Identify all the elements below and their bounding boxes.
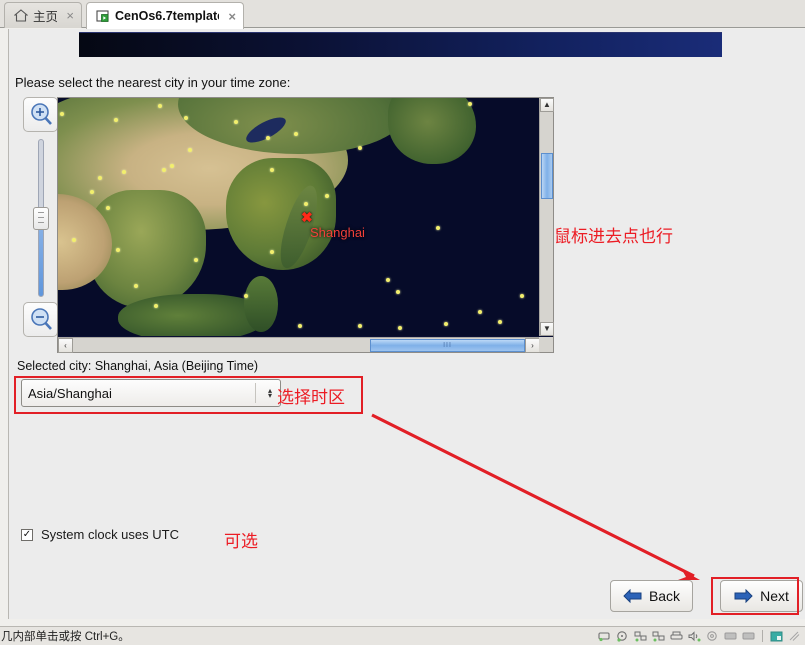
system-clock-utc-label: System clock uses UTC <box>41 527 179 542</box>
resize-grip-icon[interactable] <box>788 631 801 642</box>
printer-icon[interactable] <box>670 631 683 642</box>
map-city-dot <box>170 164 174 168</box>
status-bar-tray <box>598 630 805 642</box>
map-city-dot <box>184 116 188 120</box>
map-zoom-slider-handle[interactable] <box>33 207 49 230</box>
vm-guest-screen[interactable]: Please select the nearest city in your t… <box>8 29 805 619</box>
tab-bar: 主页 × CenOs6.7template × <box>0 0 805 29</box>
map-city-dot <box>270 168 274 172</box>
map-horizontal-scroll-thumb[interactable]: III <box>370 339 525 352</box>
map-scroll-left-button[interactable]: ‹ <box>58 338 73 353</box>
tab-cenos-template[interactable]: CenOs6.7template × <box>86 2 244 29</box>
tray-separator <box>762 630 763 642</box>
zoom-out-magnifier-icon <box>29 307 54 336</box>
selected-city-marker-icon: ✖ <box>301 209 313 225</box>
back-button[interactable]: Back <box>610 580 693 612</box>
scrollbar-corner <box>539 337 553 352</box>
map-city-dot <box>298 324 302 328</box>
map-city-dot <box>162 168 166 172</box>
map-city-dot <box>154 304 158 308</box>
map-city-dot <box>122 170 126 174</box>
vmware-workstation-window: 主页 × CenOs6.7template × Please select th… <box>0 0 805 645</box>
status-bar-text: 几内部单击或按 Ctrl+G。 <box>1 631 130 643</box>
map-city-dot <box>72 238 76 242</box>
map-city-dot <box>106 206 110 210</box>
back-button-label: Back <box>648 588 681 604</box>
map-horizontal-scrollbar[interactable]: ‹ III › <box>58 337 540 353</box>
sound-icon[interactable] <box>688 630 701 642</box>
annotation-mouse-click: 鼠标进去点也行 <box>554 227 673 246</box>
map-city-dot <box>116 248 120 252</box>
home-icon <box>13 9 29 22</box>
map-city-dot <box>520 294 524 298</box>
map-landmass-kamchatka <box>388 98 476 164</box>
cd-dvd-icon[interactable] <box>616 630 629 642</box>
timezone-map-widget[interactable]: ✖ Shanghai ▲ ▼ ‹ III › <box>17 97 554 353</box>
status-bar: 几内部单击或按 Ctrl+G。 <box>0 626 805 645</box>
system-clock-utc-checkbox[interactable]: ✓ <box>21 528 33 541</box>
tab-cenos-close-icon[interactable]: × <box>224 10 236 23</box>
tab-home[interactable]: 主页 × <box>4 2 82 28</box>
network-adapter-2-icon[interactable] <box>652 631 665 642</box>
display-icon[interactable] <box>770 631 783 642</box>
map-city-dot <box>358 146 362 150</box>
map-city-dot <box>468 102 472 106</box>
map-city-dot <box>294 132 298 136</box>
map-vertical-scrollbar[interactable]: ▲ ▼ <box>539 98 554 336</box>
installer-banner <box>79 32 722 57</box>
map-scroll-up-button[interactable]: ▲ <box>540 98 554 112</box>
map-city-dot <box>60 112 64 116</box>
arrow-left-icon <box>623 588 642 604</box>
map-zoom-in-button[interactable] <box>23 97 58 132</box>
annotation-optional: 可选 <box>224 532 258 551</box>
map-city-dot <box>398 326 402 330</box>
usb-device-2-icon[interactable] <box>742 631 755 642</box>
map-zoom-out-button[interactable] <box>23 302 58 337</box>
map-city-dot <box>396 290 400 294</box>
map-city-dot <box>188 148 192 152</box>
network-adapter-icon[interactable] <box>634 631 647 642</box>
map-city-dot <box>325 194 329 198</box>
tab-cenos-label: CenOs6.7template <box>115 9 220 23</box>
zoom-in-magnifier-icon <box>29 102 54 131</box>
map-city-dot <box>194 258 198 262</box>
hard-disk-icon[interactable] <box>598 631 611 642</box>
vm-screen-icon <box>96 9 110 23</box>
tab-home-label: 主页 <box>33 10 58 24</box>
map-city-dot <box>498 320 502 324</box>
map-scroll-down-button[interactable]: ▼ <box>540 322 554 336</box>
system-clock-utc-row[interactable]: ✓ System clock uses UTC <box>21 527 179 542</box>
map-city-dot <box>358 324 362 328</box>
world-map-view[interactable]: ✖ Shanghai ▲ ▼ ‹ III › <box>57 97 554 353</box>
satellite-map-image[interactable]: ✖ Shanghai <box>58 98 540 336</box>
map-landmass-philippines <box>244 276 278 332</box>
usb-device-icon[interactable] <box>724 631 737 642</box>
highlight-box-next-button <box>711 577 799 615</box>
map-city-dot <box>234 120 238 124</box>
map-vertical-scroll-thumb[interactable] <box>541 153 553 199</box>
map-city-dot <box>478 310 482 314</box>
map-city-dot <box>98 176 102 180</box>
optical-drive-icon[interactable] <box>706 630 719 642</box>
map-city-dot <box>304 202 308 206</box>
selected-city-map-label: Shanghai <box>310 225 365 240</box>
map-city-dot <box>270 250 274 254</box>
highlight-box-timezone-select <box>14 376 363 414</box>
map-city-dot <box>444 322 448 326</box>
map-city-dot <box>90 190 94 194</box>
map-city-dot <box>244 294 248 298</box>
timezone-prompt: Please select the nearest city in your t… <box>15 75 291 90</box>
map-scroll-right-button[interactable]: › <box>525 338 540 353</box>
tab-home-close-icon[interactable]: × <box>62 9 74 22</box>
map-city-dot <box>134 284 138 288</box>
map-city-dot <box>158 104 162 108</box>
map-city-dot <box>386 278 390 282</box>
map-city-dot <box>114 118 118 122</box>
selected-city-text: Selected city: Shanghai, Asia (Beijing T… <box>17 359 259 373</box>
map-city-dot <box>266 136 270 140</box>
map-city-dot <box>436 226 440 230</box>
